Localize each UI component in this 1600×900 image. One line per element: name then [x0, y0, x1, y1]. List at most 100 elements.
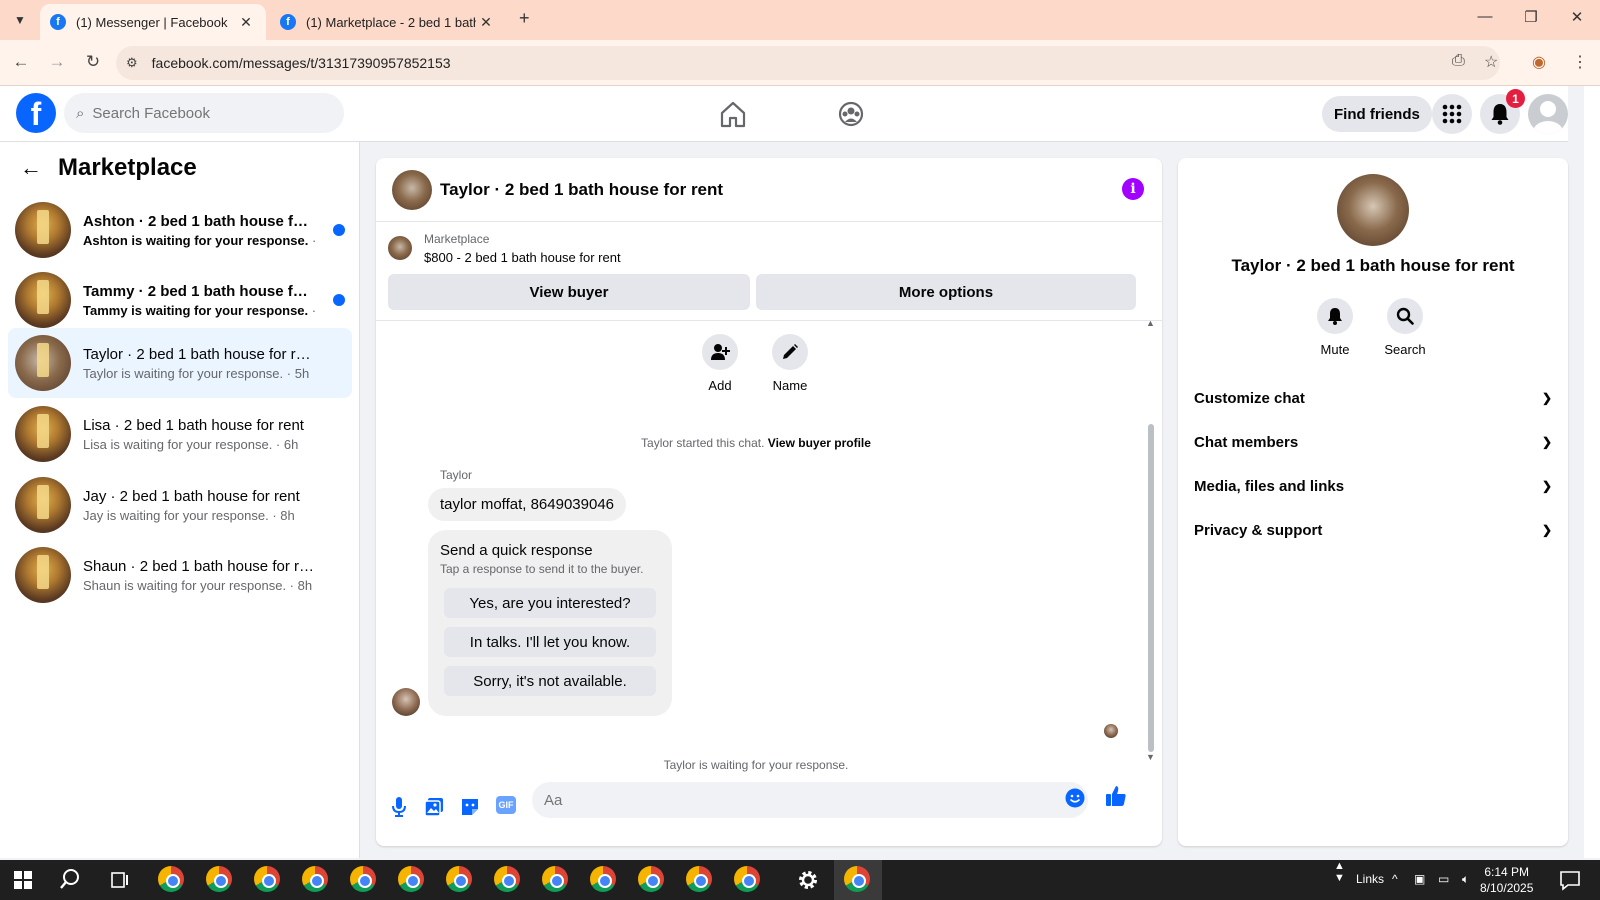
menu-grid-icon[interactable]: [1432, 94, 1472, 134]
back-arrow-icon[interactable]: ←: [20, 155, 42, 181]
customize-chat-section[interactable]: Customize chat ❯: [1194, 378, 1552, 418]
close-tab-icon[interactable]: ✕: [476, 14, 496, 31]
account-avatar[interactable]: [1528, 94, 1568, 134]
mute-button[interactable]: Mute: [1305, 298, 1365, 357]
close-window-icon[interactable]: ✕: [1562, 8, 1592, 26]
conversation-item-taylor[interactable]: Taylor · 2 bed 1 bath house for rent Tay…: [8, 328, 352, 398]
view-buyer-profile-link[interactable]: View buyer profile: [768, 436, 871, 450]
chat-members-section[interactable]: Chat members ❯: [1194, 422, 1552, 462]
close-tab-icon[interactable]: ✕: [236, 14, 256, 31]
conversation-item-shaun[interactable]: Shaun · 2 bed 1 bath house for rent Shau…: [8, 540, 352, 610]
chrome-taskbar-icon[interactable]: [542, 866, 570, 894]
chrome-taskbar-icon[interactable]: [844, 866, 872, 894]
tab-messenger[interactable]: f (1) Messenger | Facebook ✕: [40, 4, 266, 40]
quick-response-subtitle: Tap a response to send it to the buyer.: [440, 562, 644, 576]
view-buyer-button[interactable]: View buyer: [388, 274, 750, 310]
home-icon[interactable]: [718, 100, 748, 128]
system-clock[interactable]: 6:14 PM 8/10/2025: [1480, 864, 1533, 896]
photo-icon[interactable]: [423, 796, 445, 818]
taskbar-search-icon[interactable]: [58, 866, 86, 894]
microphone-icon[interactable]: [388, 796, 410, 818]
profile-icon[interactable]: ◉: [1532, 52, 1546, 72]
minimize-icon[interactable]: —: [1470, 8, 1500, 25]
chrome-taskbar-icon[interactable]: [446, 866, 474, 894]
conversation-item-ashton[interactable]: Ashton · 2 bed 1 bath house for r... Ash…: [8, 195, 352, 265]
search-icon: ⌕: [76, 104, 85, 122]
info-icon[interactable]: i: [1122, 178, 1144, 200]
chevron-down-icon: ❯: [1541, 523, 1552, 537]
volume-icon[interactable]: 🔈︎: [1462, 872, 1469, 887]
chat-scrollbar[interactable]: [1148, 424, 1154, 752]
chrome-taskbar-icon[interactable]: [638, 866, 666, 894]
restore-icon[interactable]: ❐: [1516, 8, 1546, 26]
mute-label: Mute: [1320, 342, 1350, 357]
notifications-center-icon[interactable]: [1556, 866, 1584, 894]
install-app-icon[interactable]: ⎙: [1452, 52, 1465, 70]
chrome-taskbar-icon[interactable]: [494, 866, 522, 894]
windows-start-icon[interactable]: [14, 871, 32, 889]
new-tab-icon[interactable]: +: [519, 8, 530, 29]
message-input[interactable]: [544, 791, 1044, 809]
groups-icon[interactable]: [836, 100, 866, 128]
quick-response-in-talks[interactable]: In talks. I'll let you know.: [444, 627, 656, 657]
message-input-box[interactable]: [532, 782, 1088, 818]
quick-response-interested[interactable]: Yes, are you interested?: [444, 588, 656, 618]
facebook-search-box[interactable]: ⌕: [64, 93, 344, 133]
omnibox[interactable]: ⚙ facebook.com/messages/t/31317390957852…: [116, 46, 1500, 80]
settings-gear-icon[interactable]: [794, 866, 822, 894]
add-people-button[interactable]: Add: [690, 334, 750, 393]
sender-avatar[interactable]: [392, 688, 420, 716]
sticker-icon[interactable]: [459, 796, 481, 818]
chrome-taskbar-icon[interactable]: [686, 866, 714, 894]
message-bubble[interactable]: taylor moffat, 8649039046: [428, 488, 627, 521]
tab-marketplace[interactable]: f (1) Marketplace - 2 bed 1 bath ✕: [270, 4, 506, 40]
gif-icon[interactable]: GIF: [496, 796, 516, 814]
tab-list-chevron-icon[interactable]: ▼: [8, 8, 32, 32]
scroll-up-icon[interactable]: ▲: [1146, 318, 1155, 328]
task-view-icon[interactable]: [106, 866, 134, 894]
search-input[interactable]: [92, 104, 313, 122]
chrome-taskbar-icon[interactable]: [158, 866, 186, 894]
site-settings-icon[interactable]: ⚙: [126, 55, 138, 71]
conversation-name: Shaun · 2 bed 1 bath house for rent: [83, 557, 315, 575]
chrome-taskbar-icon[interactable]: [302, 866, 330, 894]
search-in-chat-button[interactable]: Search: [1375, 298, 1435, 357]
chrome-taskbar-icon[interactable]: [590, 866, 618, 894]
meet-now-icon[interactable]: ▣: [1414, 872, 1425, 886]
chrome-taskbar-icon[interactable]: [206, 866, 234, 894]
back-icon[interactable]: ←: [10, 52, 32, 72]
facebook-logo-icon[interactable]: f: [16, 93, 56, 133]
listing-thumbnail: [15, 202, 71, 258]
listing-avatar-large[interactable]: [1337, 174, 1409, 246]
reload-icon[interactable]: ↻: [82, 52, 104, 72]
thumbs-up-icon[interactable]: [1104, 784, 1128, 808]
media-files-links-section[interactable]: Media, files and links ❯: [1194, 466, 1552, 506]
quick-response-not-available[interactable]: Sorry, it's not available.: [444, 666, 656, 696]
chat-listing-avatar[interactable]: [392, 170, 432, 210]
conversation-item-lisa[interactable]: Lisa · 2 bed 1 bath house for rent Lisa …: [8, 399, 352, 469]
chat-title[interactable]: Taylor · 2 bed 1 bath house for rent: [440, 180, 723, 200]
more-options-button[interactable]: More options: [756, 274, 1136, 310]
emoji-icon[interactable]: [1064, 787, 1086, 809]
chrome-taskbar-icon[interactable]: [254, 866, 282, 894]
edit-name-button[interactable]: Name: [760, 334, 820, 393]
chrome-taskbar-icon[interactable]: [734, 866, 762, 894]
chrome-taskbar-icon[interactable]: [398, 866, 426, 894]
find-friends-button[interactable]: Find friends: [1322, 96, 1432, 132]
chevron-down-icon: ❯: [1541, 479, 1552, 493]
forward-icon[interactable]: →: [46, 52, 68, 72]
bookmark-star-icon[interactable]: ☆: [1484, 52, 1498, 72]
section-label: Media, files and links: [1194, 477, 1345, 495]
chrome-taskbar-icon[interactable]: [350, 866, 378, 894]
links-toolbar[interactable]: Links: [1356, 872, 1384, 886]
conversation-item-tammy[interactable]: Tammy · 2 bed 1 bath house for r... Tamm…: [8, 265, 352, 335]
conversation-item-jay[interactable]: Jay · 2 bed 1 bath house for rent Jay is…: [8, 470, 352, 540]
marketplace-listing-summary[interactable]: Marketplace $800 - 2 bed 1 bath house fo…: [388, 232, 621, 265]
show-hidden-icons-chevron-icon[interactable]: ^: [1392, 872, 1398, 886]
browser-menu-icon[interactable]: ⋮: [1572, 52, 1588, 72]
scroll-down-icon[interactable]: ▼: [1146, 752, 1155, 762]
privacy-support-section[interactable]: Privacy & support ❯: [1194, 510, 1552, 550]
page-scrollbar[interactable]: [1584, 86, 1600, 858]
network-icon[interactable]: ▭: [1438, 872, 1449, 886]
taskbar-scroll-arrows-icon[interactable]: ▲ ▼: [1334, 860, 1345, 884]
